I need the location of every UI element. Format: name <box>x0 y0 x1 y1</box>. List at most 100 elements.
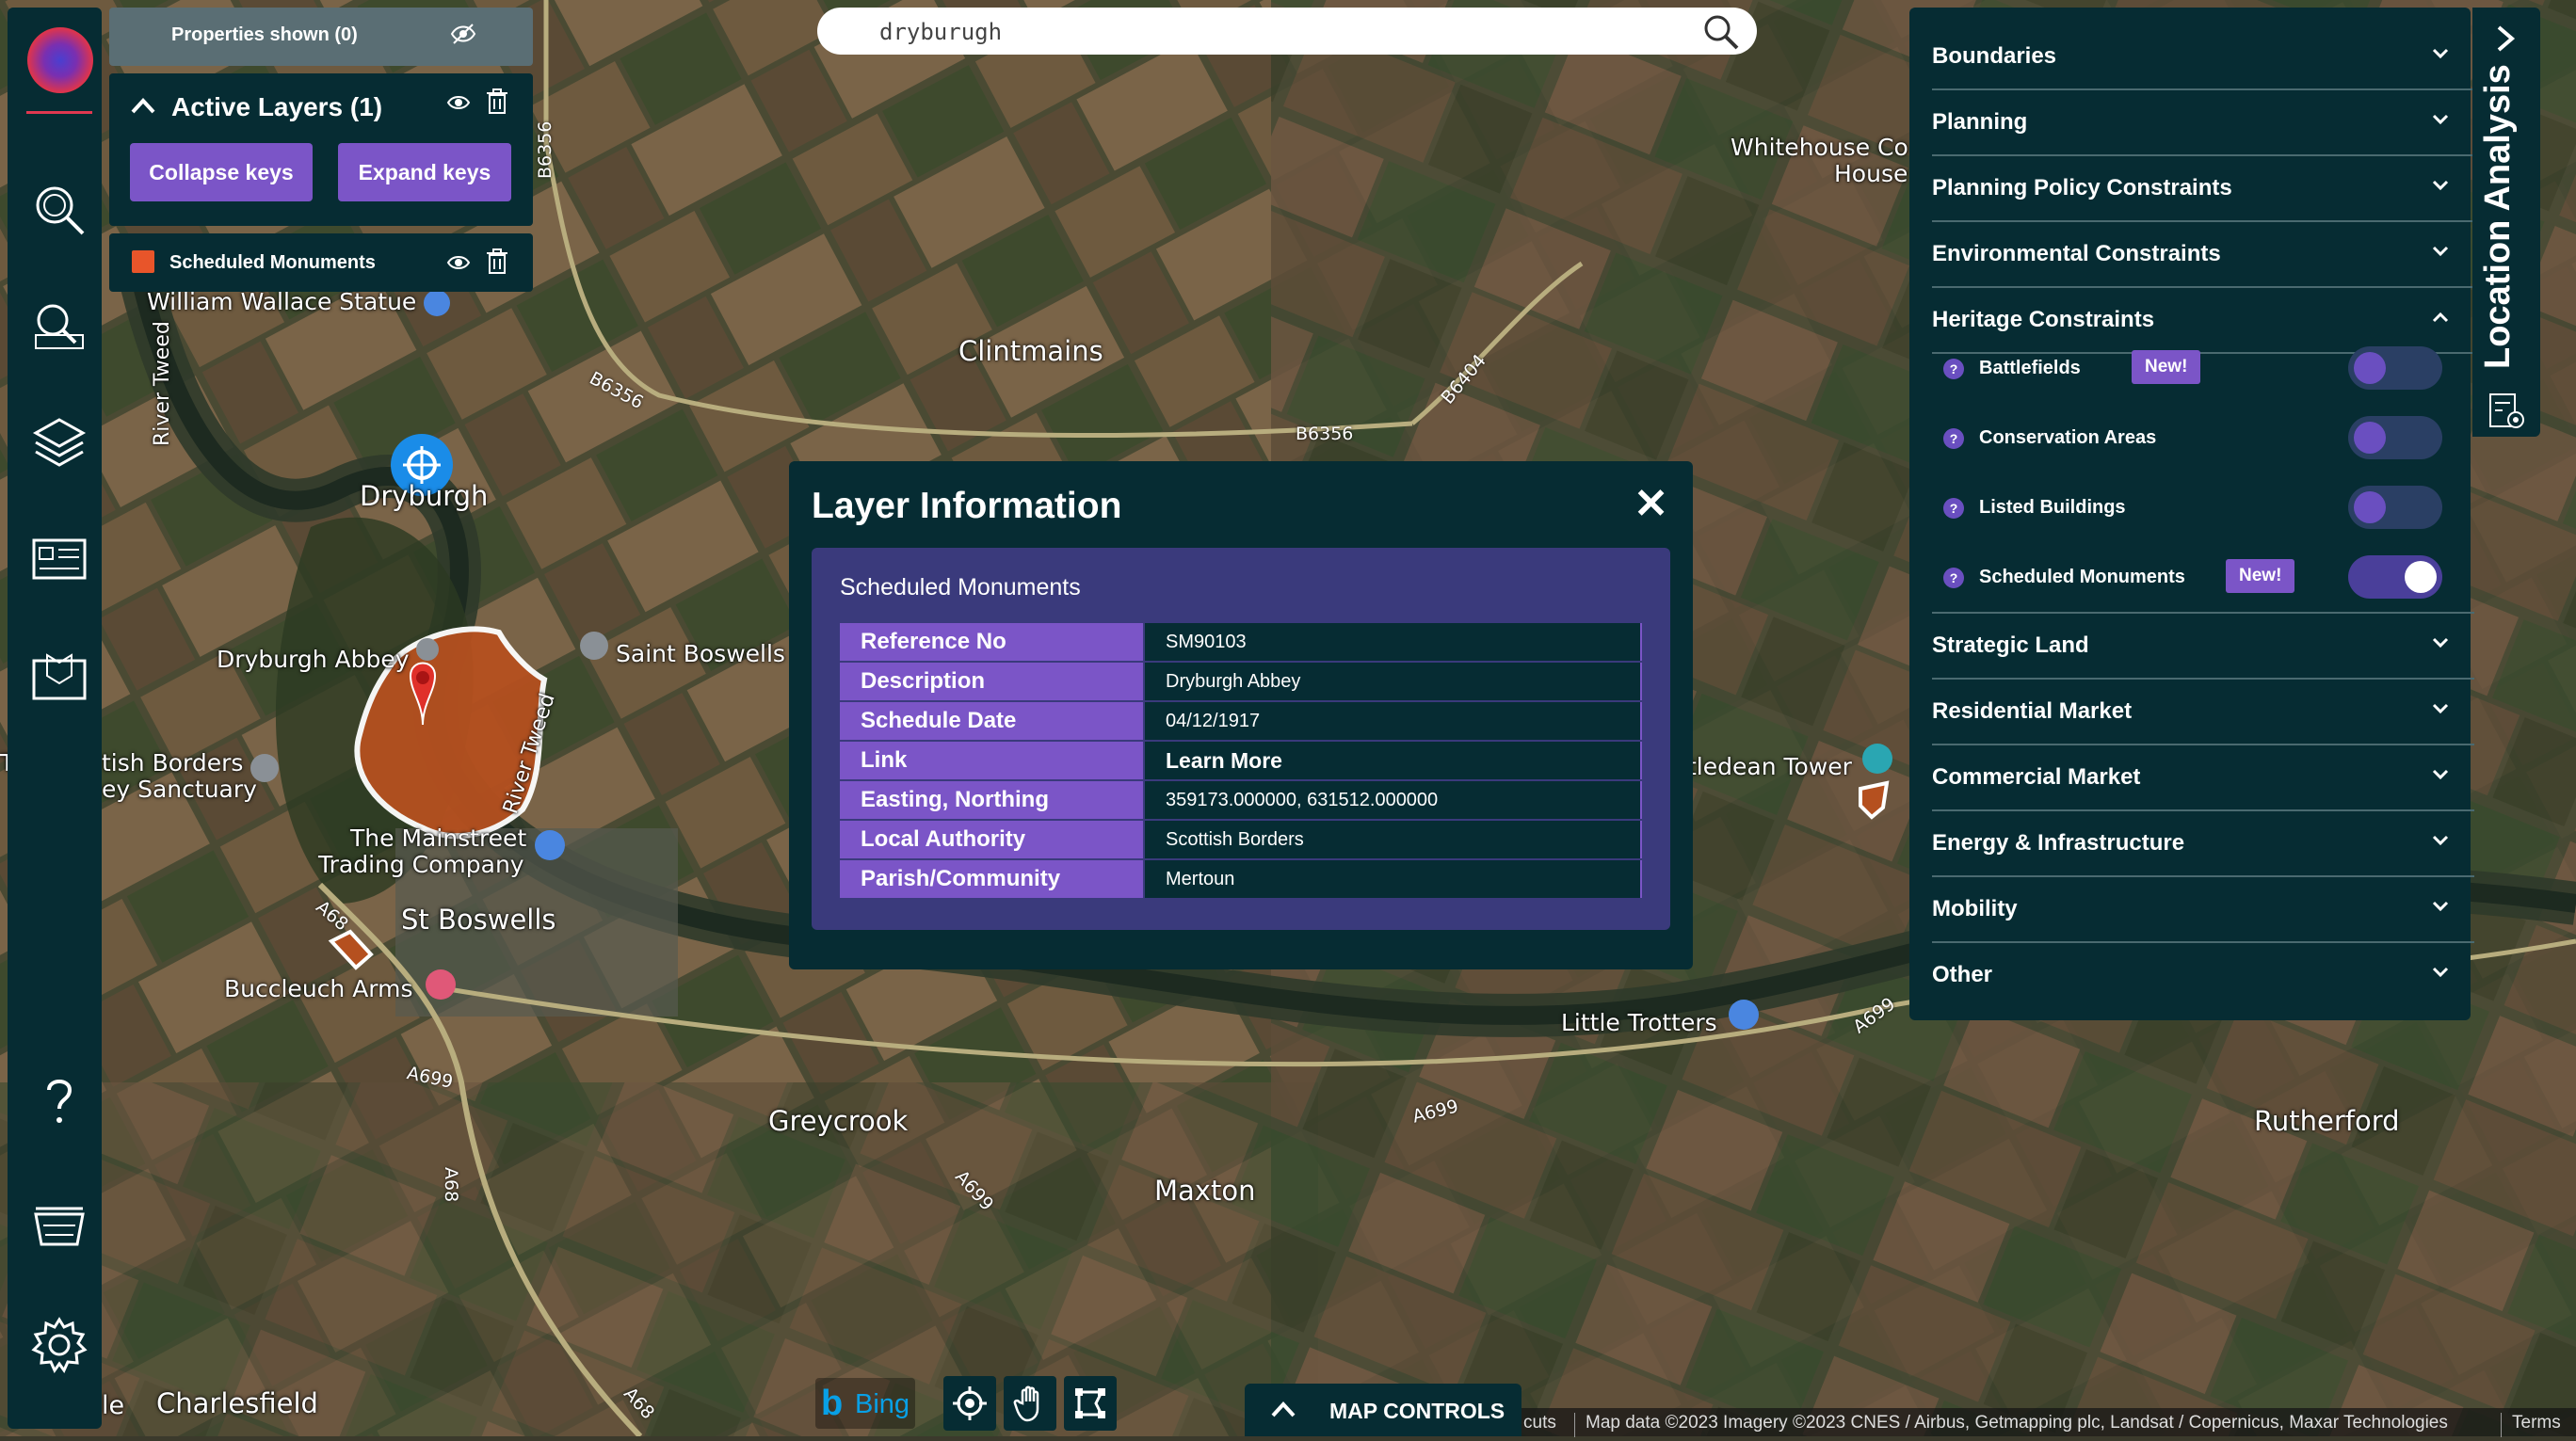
heritage-item-label: Listed Buildings <box>1979 497 2126 518</box>
map-label: Little Trotters <box>1561 1009 1717 1036</box>
close-icon[interactable]: ✕ <box>1634 484 1668 525</box>
keyboard-shortcuts-link[interactable]: cuts <box>1523 1413 1556 1433</box>
learn-more-link[interactable]: Learn More <box>1143 741 1642 781</box>
attribute-value: Scottish Borders <box>1143 820 1642 860</box>
listed-buildings-toggle[interactable] <box>2348 486 2442 529</box>
location-analysis-panel: Boundaries Planning Planning Policy Cons… <box>1909 8 2474 1020</box>
heritage-item-battlefields: ? Battlefields New! <box>1932 333 2474 403</box>
attribute-key: Parish/Community <box>840 859 1144 900</box>
map-book-icon[interactable] <box>26 644 92 710</box>
collapse-keys-button[interactable]: Collapse keys <box>130 143 313 201</box>
calculator-icon[interactable] <box>2487 392 2525 434</box>
attribute-key: Easting, Northing <box>840 780 1144 821</box>
locate-me-button[interactable] <box>943 1376 996 1431</box>
map-label: Whitehouse Co <box>1731 134 1908 161</box>
eye-icon[interactable] <box>446 90 471 120</box>
hide-eye-icon[interactable] <box>450 21 476 52</box>
attribution-text: Map data ©2023 Imagery ©2023 CNES / Airb… <box>1586 1413 2448 1433</box>
chevron-right-icon[interactable] <box>2491 24 2520 57</box>
help-icon[interactable]: ? <box>1943 568 1964 588</box>
chevron-down-icon <box>2431 636 2450 654</box>
map-label: Dryburgh <box>360 480 489 512</box>
map-label: William Wallace Statue <box>147 288 417 315</box>
chevron-up-icon[interactable] <box>130 96 156 120</box>
eye-icon[interactable] <box>446 250 471 280</box>
active-layers-title: Active Layers (1) <box>171 92 383 121</box>
category-planning[interactable]: Planning <box>1932 90 2474 156</box>
app-logo-icon[interactable] <box>27 27 93 93</box>
battlefields-toggle[interactable] <box>2348 346 2442 390</box>
category-other[interactable]: Other <box>1932 943 2474 1007</box>
layer-information-dialog: Layer Information ✕ Scheduled Monuments … <box>789 461 1693 969</box>
map-label: St Boswells <box>401 904 556 936</box>
category-boundaries[interactable]: Boundaries <box>1932 24 2474 90</box>
map-label: Clintmains <box>958 335 1103 367</box>
location-analysis-tab[interactable]: Location Analysis <box>2472 8 2540 437</box>
map-label: le <box>102 1391 125 1420</box>
trash-icon[interactable] <box>486 248 508 280</box>
active-layer-item[interactable]: Scheduled Monuments <box>109 233 533 292</box>
category-energy-infrastructure[interactable]: Energy & Infrastructure <box>1932 811 2474 877</box>
category-label: Energy & Infrastructure <box>1932 830 2185 856</box>
category-strategic-land[interactable]: Strategic Land <box>1932 614 2474 680</box>
category-label: Boundaries <box>1932 43 2057 69</box>
heritage-item-label: Scheduled Monuments <box>1979 567 2185 587</box>
report-card-icon[interactable] <box>26 527 92 593</box>
map-label: ey Sanctuary <box>102 776 257 803</box>
category-mobility[interactable]: Mobility <box>1932 877 2474 943</box>
search-input[interactable] <box>877 13 1672 51</box>
active-layers-panel: Active Layers (1) Collapse keys Expand k… <box>109 73 533 226</box>
map-label: tish Borders <box>102 749 244 777</box>
category-residential-market[interactable]: Residential Market <box>1932 680 2474 745</box>
expand-keys-button[interactable]: Expand keys <box>338 143 511 201</box>
map-label: Greycrook <box>768 1105 909 1137</box>
category-label: Other <box>1932 962 1993 987</box>
properties-shown-bar[interactable]: Properties shown (0) <box>109 8 533 66</box>
category-label: Strategic Land <box>1932 632 2089 658</box>
polygon-draw-icon <box>1075 1388 1105 1418</box>
help-icon[interactable]: ? <box>1943 498 1964 519</box>
chevron-down-icon <box>2431 47 2450 65</box>
category-label: Planning Policy Constraints <box>1932 175 2232 200</box>
search-icon[interactable] <box>1702 13 1740 56</box>
chevron-up-icon <box>1269 1399 1297 1424</box>
map-label: Maxton <box>1154 1175 1256 1207</box>
search-bar <box>817 8 1757 55</box>
attribute-value: SM90103 <box>1143 623 1642 663</box>
map-controls-button[interactable]: MAP CONTROLS <box>1245 1384 1521 1436</box>
pan-tool-button[interactable] <box>1004 1376 1056 1431</box>
layers-icon[interactable] <box>26 410 92 476</box>
terms-link[interactable]: Terms <box>2512 1413 2561 1433</box>
category-planning-policy-constraints[interactable]: Planning Policy Constraints <box>1932 156 2474 222</box>
help-icon[interactable]: ? <box>1943 428 1964 449</box>
scheduled-monuments-toggle[interactable] <box>2348 555 2442 599</box>
chevron-down-icon <box>2431 900 2450 918</box>
help-icon[interactable]: ? <box>1943 359 1964 379</box>
help-icon[interactable] <box>26 1067 92 1133</box>
area-search-icon[interactable] <box>26 294 92 360</box>
location-analysis-label: Location Analysis <box>2478 64 2518 369</box>
basket-icon[interactable] <box>26 1190 92 1256</box>
road-label: B6356 <box>535 120 555 179</box>
bing-logo: b Bing <box>815 1378 915 1429</box>
conservation-areas-toggle[interactable] <box>2348 416 2442 459</box>
layer-attributes-table: Reference No SM90103 Description Dryburg… <box>840 623 1642 900</box>
new-badge: New! <box>2132 350 2201 384</box>
category-commercial-market[interactable]: Commercial Market <box>1932 745 2474 811</box>
new-badge: New! <box>2226 559 2295 593</box>
search-icon[interactable] <box>26 177 92 243</box>
chevron-up-icon <box>2431 311 2450 328</box>
draw-area-button[interactable] <box>1064 1376 1117 1431</box>
map-label: Dryburgh Abbey <box>217 646 410 673</box>
layer-color-swatch <box>132 250 154 273</box>
map-attribution-bar: cuts Map data ©2023 Imagery ©2023 CNES /… <box>1521 1408 2576 1437</box>
map-label: Saint Boswells <box>616 640 785 667</box>
properties-shown-label: Properties shown (0) <box>171 24 358 45</box>
table-row: Link Learn More <box>840 741 1642 781</box>
attribute-key: Link <box>840 741 1144 781</box>
heritage-item-conservation-areas: ? Conservation Areas <box>1932 403 2474 472</box>
chevron-down-icon <box>2431 966 2450 984</box>
category-environmental-constraints[interactable]: Environmental Constraints <box>1932 222 2474 288</box>
settings-gear-icon[interactable] <box>26 1312 92 1378</box>
trash-icon[interactable] <box>486 88 508 120</box>
